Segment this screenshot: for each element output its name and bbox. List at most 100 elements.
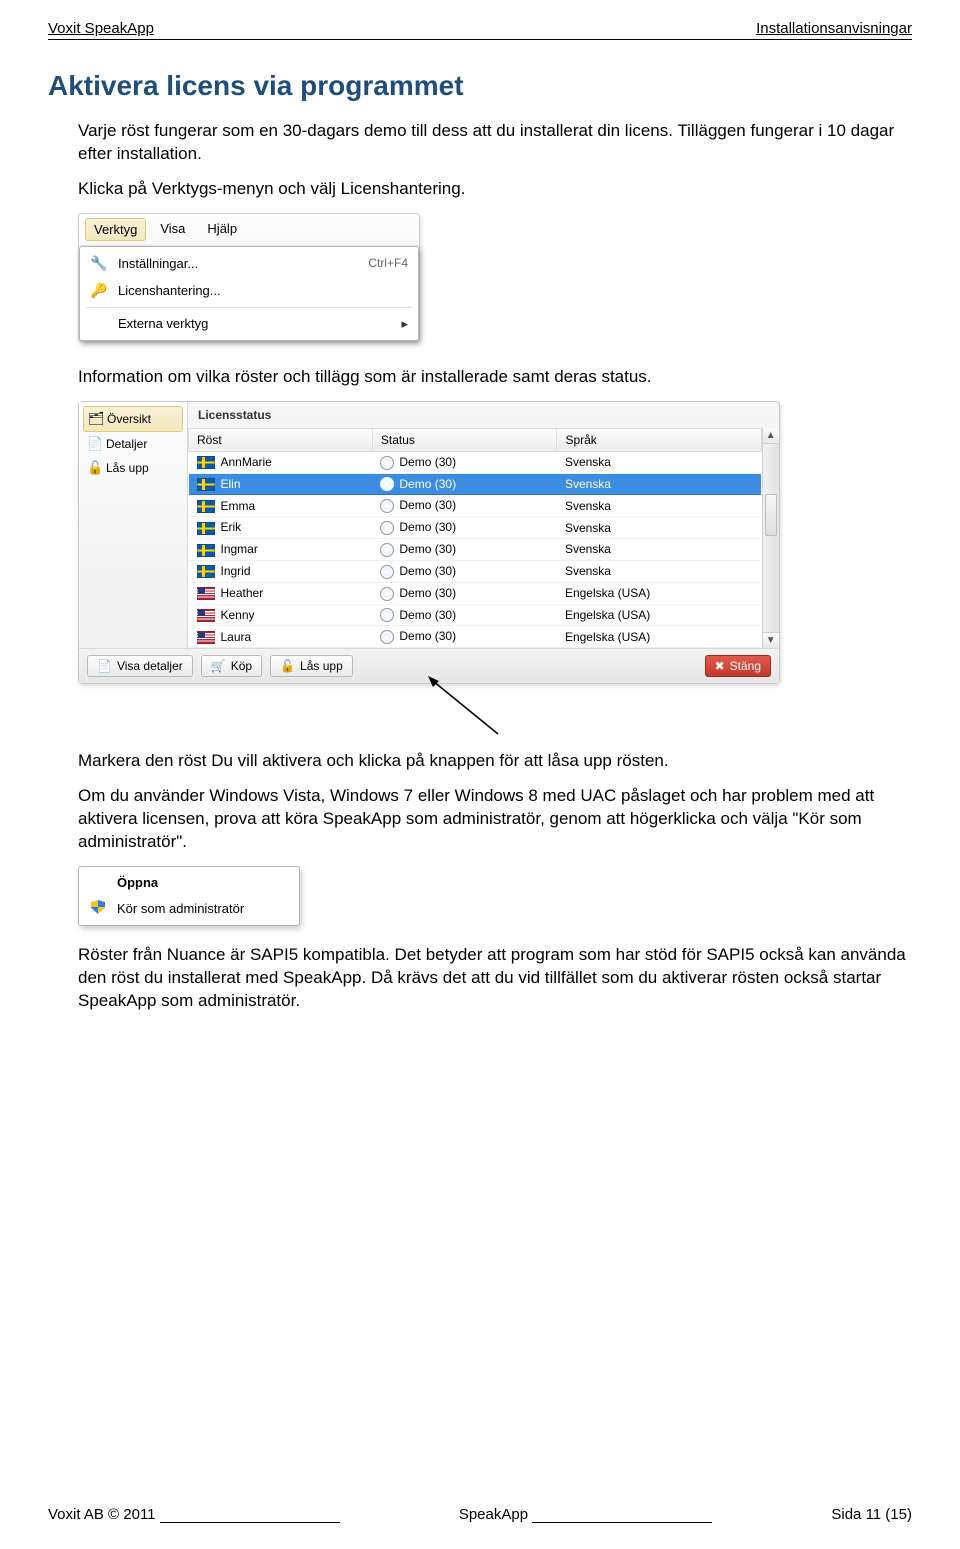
cell-status: Demo (30) bbox=[372, 517, 557, 539]
menubar: Verktyg Visa Hjälp bbox=[79, 214, 419, 246]
cell-rost: Laura bbox=[189, 626, 373, 648]
table-row[interactable]: ElinDemo (30)Svenska bbox=[189, 473, 762, 495]
disc-icon bbox=[380, 608, 394, 622]
flag-icon bbox=[197, 522, 215, 535]
menubar-item-visa[interactable]: Visa bbox=[152, 218, 193, 241]
button-label: Köp bbox=[231, 659, 252, 673]
table-row[interactable]: KennyDemo (30)Engelska (USA) bbox=[189, 604, 762, 626]
cart-icon: 🛒 bbox=[211, 659, 226, 673]
flag-icon bbox=[197, 500, 215, 513]
cell-rost: Elin bbox=[189, 473, 373, 495]
sidebar-item-oversikt[interactable]: 🗂 Översikt bbox=[83, 406, 183, 432]
annotation-arrow bbox=[78, 684, 912, 744]
license-title: Licensstatus bbox=[188, 402, 779, 428]
flag-icon bbox=[197, 609, 215, 622]
close-icon: ✖ bbox=[715, 659, 725, 673]
table-row[interactable]: IngridDemo (30)Svenska bbox=[189, 560, 762, 582]
stang-button[interactable]: ✖ Stäng bbox=[705, 655, 771, 677]
flag-icon bbox=[197, 478, 215, 491]
cell-sprak: Engelska (USA) bbox=[557, 582, 761, 604]
page-title: Aktivera licens via programmet bbox=[48, 70, 912, 102]
cell-rost: AnnMarie bbox=[189, 451, 373, 473]
overview-icon: 🗂 bbox=[88, 411, 102, 427]
screenshot-toolmenu: Verktyg Visa Hjälp 🔧 Inställningar... Ct… bbox=[78, 213, 420, 342]
dropdown-shortcut: Ctrl+F4 bbox=[368, 256, 408, 270]
paragraph-4: Markera den röst Du vill aktivera och kl… bbox=[78, 750, 912, 773]
menubar-item-hjalp[interactable]: Hjälp bbox=[199, 218, 245, 241]
license-table: Röst Status Språk AnnMarieDemo (30)Svens… bbox=[188, 428, 762, 648]
button-label: Visa detaljer bbox=[117, 659, 183, 673]
paragraph-3: Information om vilka röster och tillägg … bbox=[78, 366, 912, 389]
scroll-up-icon[interactable]: ▲ bbox=[763, 428, 780, 444]
screenshot-licensewindow: 🗂 Översikt 📄 Detaljer 🔓 Lås upp Licensst… bbox=[78, 401, 780, 684]
context-label: Öppna bbox=[117, 875, 158, 890]
cell-status: Demo (30) bbox=[372, 451, 557, 473]
flag-icon bbox=[197, 544, 215, 557]
cell-status: Demo (30) bbox=[372, 626, 557, 648]
scroll-track[interactable] bbox=[763, 444, 780, 632]
page-icon: 📄 bbox=[97, 659, 112, 673]
table-row[interactable]: HeatherDemo (30)Engelska (USA) bbox=[189, 582, 762, 604]
footer-center-text: SpeakApp bbox=[459, 1506, 528, 1523]
visa-detaljer-button[interactable]: 📄 Visa detaljer bbox=[87, 655, 193, 677]
flag-icon bbox=[197, 631, 215, 644]
cell-rost: Erik bbox=[189, 517, 373, 539]
cell-status: Demo (30) bbox=[372, 539, 557, 561]
menu-separator bbox=[86, 307, 412, 308]
cell-status: Demo (30) bbox=[372, 604, 557, 626]
dropdown-item-externa[interactable]: Externa verktyg ▸ bbox=[80, 311, 418, 337]
col-header-rost[interactable]: Röst bbox=[189, 428, 373, 451]
las-upp-button[interactable]: 🔓 Lås upp bbox=[270, 655, 353, 677]
table-row[interactable]: ErikDemo (30)Svenska bbox=[189, 517, 762, 539]
cell-sprak: Svenska bbox=[557, 495, 761, 517]
flag-icon bbox=[197, 456, 215, 469]
sidebar-item-detaljer[interactable]: 📄 Detaljer bbox=[83, 432, 183, 456]
unlock-icon: 🔓 bbox=[280, 659, 295, 673]
dropdown-item-licenshantering[interactable]: 🔑 Licenshantering... bbox=[80, 277, 418, 304]
kop-button[interactable]: 🛒 Köp bbox=[201, 655, 262, 677]
table-row[interactable]: IngmarDemo (30)Svenska bbox=[189, 539, 762, 561]
scroll-down-icon[interactable]: ▼ bbox=[763, 632, 780, 648]
license-sidebar: 🗂 Översikt 📄 Detaljer 🔓 Lås upp bbox=[79, 402, 188, 648]
scroll-thumb[interactable] bbox=[765, 494, 778, 536]
header-left: Voxit SpeakApp bbox=[48, 20, 154, 37]
disc-icon bbox=[380, 477, 394, 491]
key-icon: 🔑 bbox=[90, 282, 108, 299]
cell-rost: Emma bbox=[189, 495, 373, 517]
context-label: Kör som administratör bbox=[117, 901, 244, 916]
paragraph-6: Röster från Nuance är SAPI5 kompatibla. … bbox=[78, 944, 912, 1013]
button-label: Lås upp bbox=[300, 659, 343, 673]
cell-status: Demo (30) bbox=[372, 560, 557, 582]
sidebar-label: Detaljer bbox=[106, 437, 147, 451]
cell-status: Demo (30) bbox=[372, 473, 557, 495]
cell-rost: Heather bbox=[189, 582, 373, 604]
dropdown-item-installningar[interactable]: 🔧 Inställningar... Ctrl+F4 bbox=[80, 250, 418, 277]
table-row[interactable]: AnnMarieDemo (30)Svenska bbox=[189, 451, 762, 473]
footer-left-text: Voxit AB © 2011 bbox=[48, 1506, 156, 1523]
paragraph-2: Klicka på Verktygs-menyn och välj Licens… bbox=[78, 178, 912, 201]
context-item-runadmin[interactable]: Kör som administratör bbox=[79, 895, 299, 922]
table-row[interactable]: EmmaDemo (30)Svenska bbox=[189, 495, 762, 517]
footer-right: Sida 11 (15) bbox=[831, 1506, 912, 1523]
sidebar-item-lasupp[interactable]: 🔓 Lås upp bbox=[83, 456, 183, 480]
menubar-item-verktyg[interactable]: Verktyg bbox=[85, 218, 146, 241]
dropdown-label: Inställningar... bbox=[118, 256, 358, 271]
dropdown-label: Externa verktyg bbox=[118, 316, 391, 331]
cell-sprak: Svenska bbox=[557, 473, 761, 495]
context-item-open[interactable]: Öppna bbox=[79, 870, 299, 895]
footer-center: SpeakApp bbox=[459, 1506, 716, 1523]
wrench-icon: 🔧 bbox=[90, 255, 108, 272]
cell-sprak: Engelska (USA) bbox=[557, 626, 761, 648]
shield-icon bbox=[89, 900, 107, 917]
scrollbar[interactable]: ▲ ▼ bbox=[762, 428, 780, 648]
disc-icon bbox=[380, 499, 394, 513]
cell-status: Demo (30) bbox=[372, 582, 557, 604]
cell-sprak: Svenska bbox=[557, 539, 761, 561]
col-header-status[interactable]: Status bbox=[372, 428, 557, 451]
paragraph-1: Varje röst fungerar som en 30-dagars dem… bbox=[78, 120, 912, 166]
chevron-right-icon: ▸ bbox=[401, 316, 408, 332]
header-right: Installationsanvisningar bbox=[756, 20, 912, 37]
col-header-sprak[interactable]: Språk bbox=[557, 428, 761, 451]
dropdown-menu: 🔧 Inställningar... Ctrl+F4 🔑 Licenshante… bbox=[79, 246, 419, 341]
table-row[interactable]: LauraDemo (30)Engelska (USA) bbox=[189, 626, 762, 648]
